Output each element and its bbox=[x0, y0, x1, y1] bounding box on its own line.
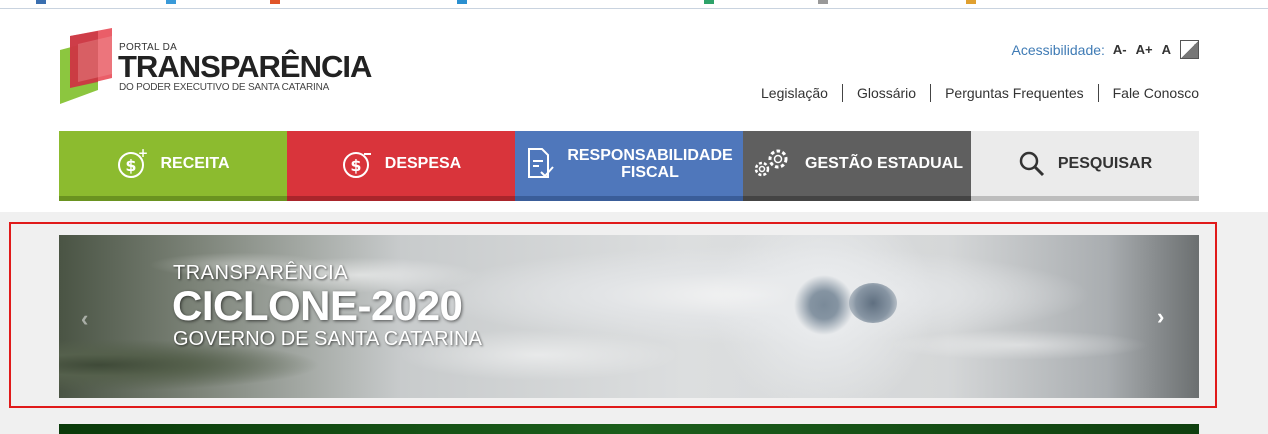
font-increase-button[interactable]: A+ bbox=[1136, 42, 1153, 57]
next-banner-strip bbox=[59, 424, 1199, 434]
top-links: Legislação Glossário Perguntas Frequente… bbox=[761, 84, 1199, 102]
menu-despesa-label: DESPESA bbox=[384, 154, 462, 172]
portal-logo[interactable]: PORTAL DA TRANSPARÊNCIA DO PODER EXECUTI… bbox=[58, 28, 372, 108]
contrast-toggle-icon[interactable] bbox=[1180, 40, 1199, 59]
menu-resp-line2: FISCAL bbox=[621, 163, 679, 181]
menu-pesquisar[interactable]: PESQUISAR bbox=[971, 131, 1199, 201]
font-decrease-button[interactable]: A- bbox=[1113, 42, 1127, 57]
logo-icon bbox=[60, 28, 112, 104]
menu-receita[interactable]: $ + RECEITA bbox=[59, 131, 287, 201]
svg-text:$: $ bbox=[126, 156, 137, 175]
logo-title: TRANSPARÊNCIA bbox=[118, 49, 372, 84]
link-glossario[interactable]: Glossário bbox=[841, 84, 930, 102]
accessibility-label: Acessibilidade: bbox=[1011, 41, 1105, 58]
menu-pesquisar-label: PESQUISAR bbox=[1057, 154, 1153, 172]
accessibility-bar: Acessibilidade: A- A+ A bbox=[1012, 40, 1199, 59]
menu-despesa[interactable]: $ DESPESA bbox=[287, 131, 515, 201]
svg-text:+: + bbox=[138, 148, 148, 160]
dollar-minus-icon: $ bbox=[341, 148, 373, 180]
menu-gestao-label: GESTÃO ESTADUAL bbox=[805, 154, 963, 172]
svg-text:$: $ bbox=[350, 156, 361, 175]
site-header: PORTAL DA TRANSPARÊNCIA DO PODER EXECUTI… bbox=[0, 10, 1268, 130]
document-check-icon bbox=[525, 147, 555, 181]
gears-icon bbox=[751, 147, 793, 181]
menu-resp-line1: RESPONSABILIDADE bbox=[567, 146, 733, 164]
link-perguntas-frequentes[interactable]: Perguntas Frequentes bbox=[930, 84, 1098, 102]
font-reset-button[interactable]: A bbox=[1162, 42, 1171, 57]
search-icon bbox=[1018, 150, 1046, 178]
menu-resp-label: RESPONSABILIDADE FISCAL bbox=[567, 147, 732, 181]
highlight-box bbox=[9, 222, 1217, 408]
main-menu: $ + RECEITA $ DESPESA RESPONSABILIDADE FI… bbox=[59, 131, 1199, 201]
dollar-plus-icon: $ + bbox=[116, 148, 148, 180]
link-legislacao[interactable]: Legislação bbox=[761, 84, 842, 102]
menu-gestao-estadual[interactable]: GESTÃO ESTADUAL bbox=[743, 131, 971, 201]
logo-subtitle: DO PODER EXECUTIVO DE SANTA CATARINA bbox=[119, 82, 330, 93]
link-fale-conosco[interactable]: Fale Conosco bbox=[1097, 84, 1199, 102]
menu-responsabilidade-fiscal[interactable]: RESPONSABILIDADE FISCAL bbox=[515, 131, 743, 201]
browser-bookmark-strip bbox=[0, 0, 1268, 9]
menu-receita-label: RECEITA bbox=[160, 154, 230, 172]
